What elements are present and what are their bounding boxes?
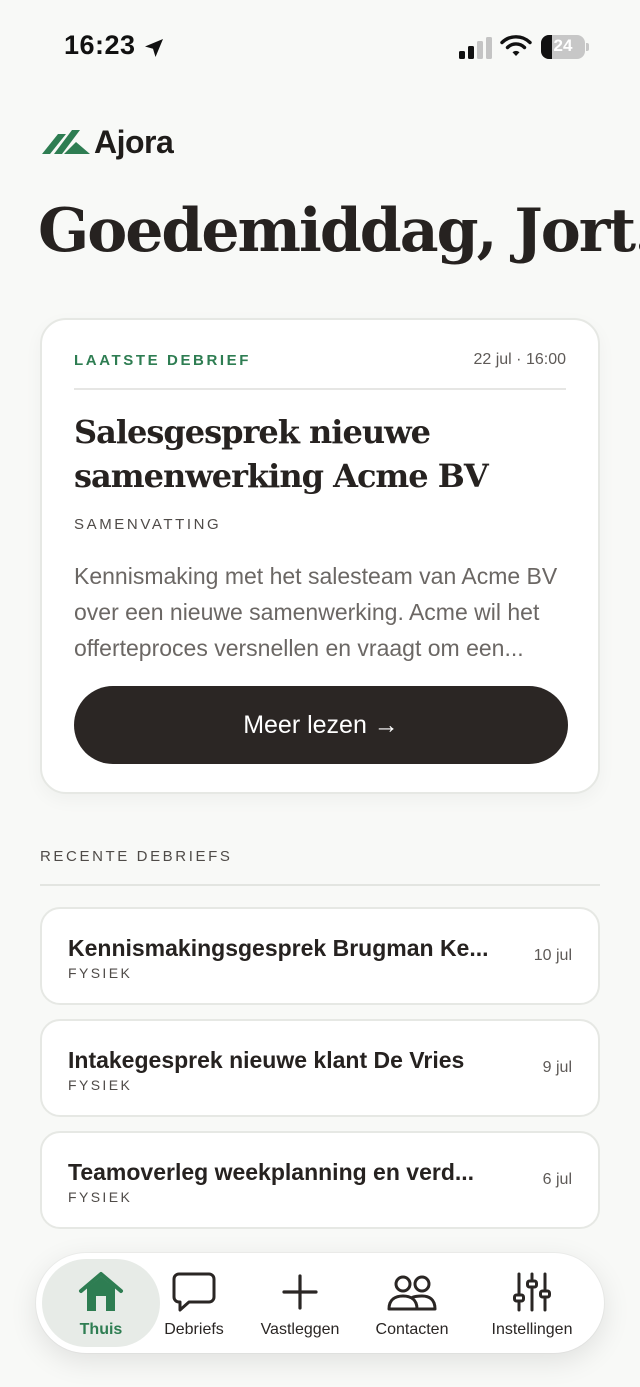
signal-icon [459,37,492,59]
card-divider [74,388,566,390]
list-item-title: Kennismakingsgesprek Brugman Ke... [68,935,489,961]
plus-icon [282,1274,318,1310]
battery-nub [586,43,589,51]
wifi-icon [500,35,532,56]
sliders-icon [513,1272,551,1312]
list-item-title: Teamoverleg weekplanning en verd... [68,1159,475,1185]
latest-debrief-date: 22 jul · 16:00 [473,351,566,368]
nav-label-contacten: Contacten [375,1321,449,1338]
chat-bubble-icon [172,1272,216,1312]
recent-debriefs-header: RECENTE DEBRIEFS [40,848,233,865]
list-item[interactable]: Teamoverleg weekplanning en verd... FYSI… [40,1131,600,1229]
recent-divider [40,884,600,886]
people-icon [387,1275,437,1311]
battery-icon: 24 [541,35,585,59]
brand-name: Ajora [94,123,174,160]
nav-item-vastleggen[interactable]: Vastleggen [248,1259,352,1347]
summary-text: Kennismaking met het salesteam van Acme … [74,563,558,661]
brand: Ajora [40,122,174,162]
nav-label-debriefs: Debriefs [164,1321,224,1338]
nav-item-thuis[interactable]: Thuis [42,1259,160,1347]
latest-debrief-title: Salesgesprek nieuwe samenwerking Acme BV [74,413,489,495]
nav-item-debriefs[interactable]: Debriefs [154,1259,234,1347]
latest-debrief-label: LAATSTE DEBRIEF [74,352,252,369]
list-item-date: 6 jul [542,1171,572,1188]
status-bar: 16:23 24 [0,0,640,96]
battery-level: 24 [553,36,573,55]
nav-label-instellingen: Instellingen [491,1321,573,1338]
nav-item-contacten[interactable]: Contacten [364,1259,460,1347]
summary-label: SAMENVATTING [74,516,222,533]
list-item-tag: FYSIEK [68,965,133,981]
recent-debriefs-list: Kennismakingsgesprek Brugman Ke... FYSIE… [40,907,600,1243]
list-item-tag: FYSIEK [68,1189,133,1205]
read-more-button[interactable]: Meer lezen → [74,686,568,764]
list-item[interactable]: Kennismakingsgesprek Brugman Ke... FYSIE… [40,907,600,1005]
nav-item-instellingen[interactable]: Instellingen [476,1259,588,1347]
ajora-logo-icon [42,130,90,154]
status-time: 16:23 [64,30,136,60]
list-item-tag: FYSIEK [68,1077,133,1093]
nav-label-thuis: Thuis [79,1321,123,1338]
location-arrow-icon [145,39,163,57]
nav-label-vastleggen: Vastleggen [260,1321,340,1338]
list-item-title: Intakegesprek nieuwe klant De Vries [68,1047,465,1073]
bottom-nav: Thuis Debriefs Vastleggen Contacten Inst… [36,1253,604,1353]
home-icon [79,1272,123,1311]
list-item-date: 9 jul [542,1059,572,1076]
list-item[interactable]: Intakegesprek nieuwe klant De Vries FYSI… [40,1019,600,1117]
greeting-title: Goedemiddag, Jort. [38,196,640,266]
list-item-date: 10 jul [533,947,572,964]
latest-debrief-card: LAATSTE DEBRIEF 22 jul · 16:00 Salesgesp… [40,318,600,794]
